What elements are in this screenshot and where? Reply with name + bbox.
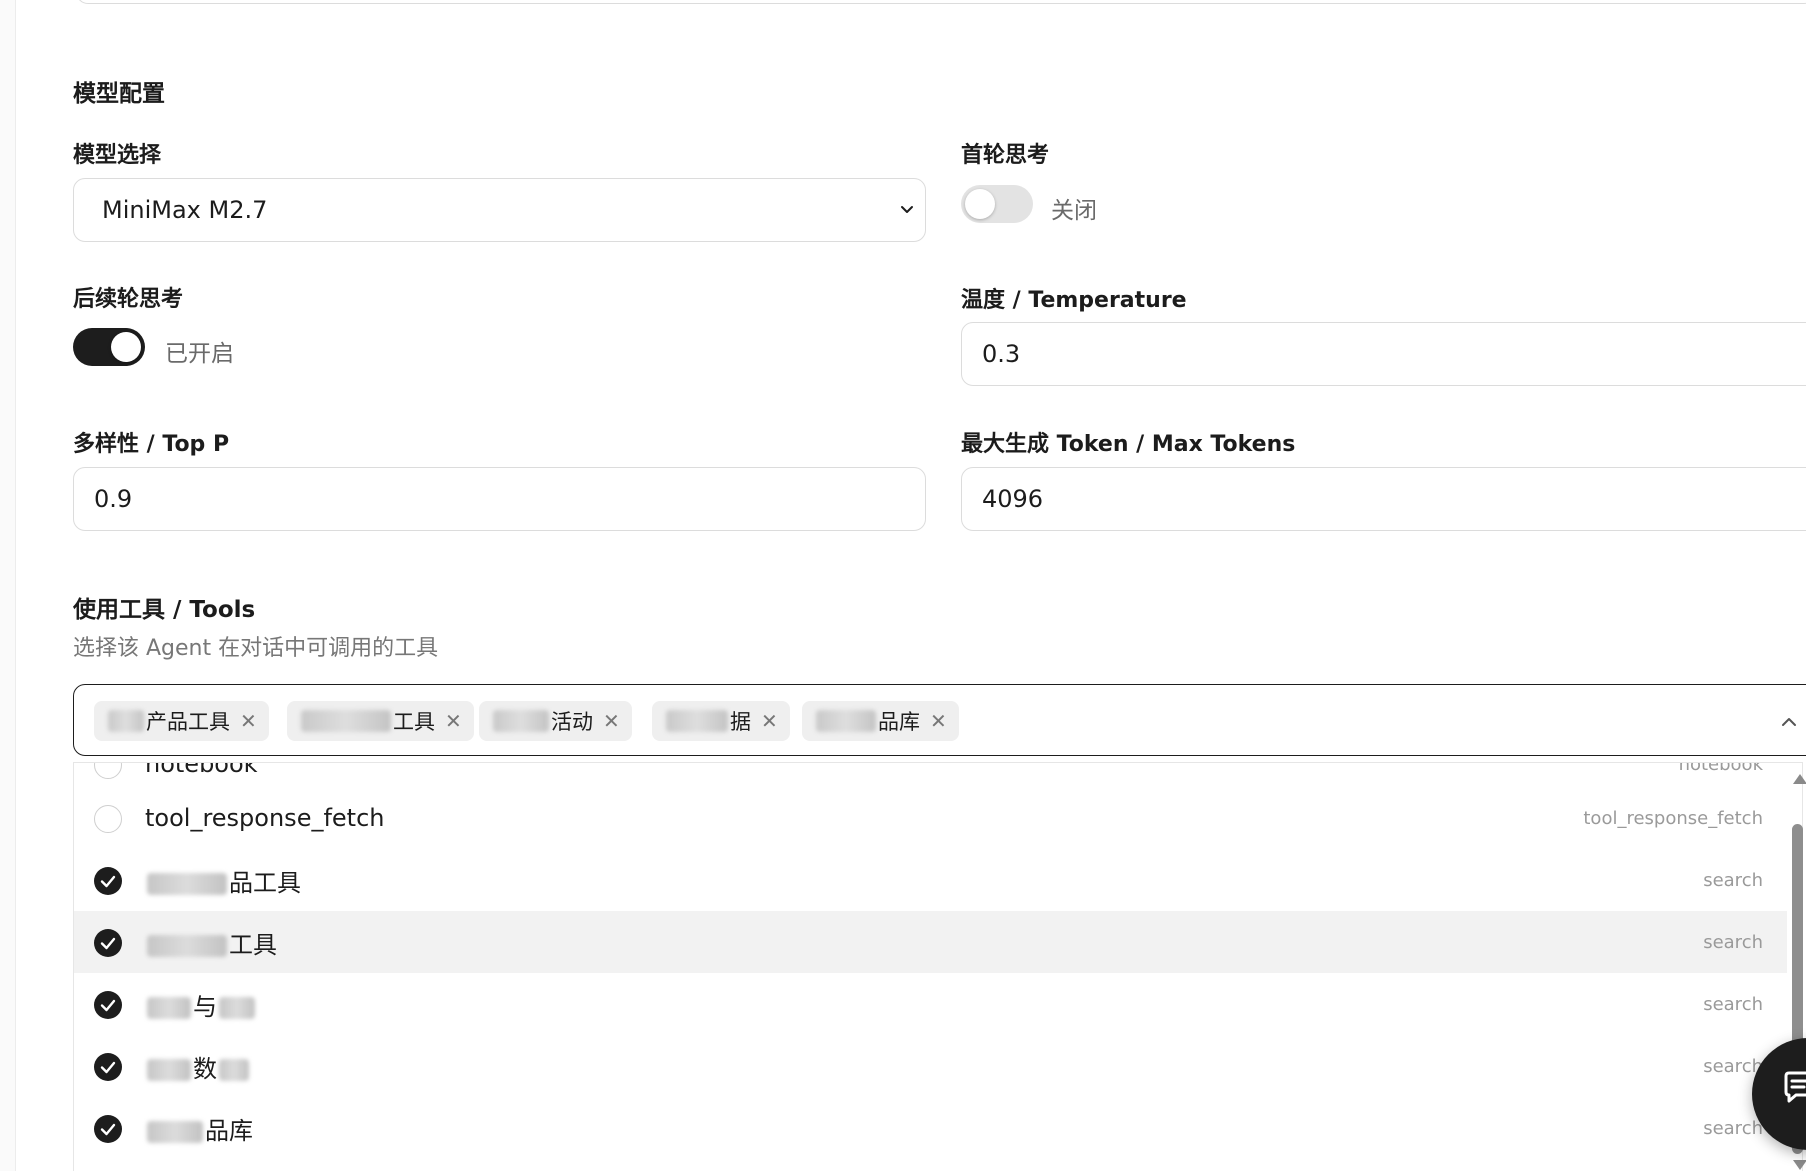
check-circle-icon[interactable] <box>94 929 122 957</box>
top-p-input[interactable]: 0.9 <box>73 467 926 531</box>
redacted-text <box>147 1058 191 1081</box>
model-select-value: MiniMax M2.7 <box>102 196 268 224</box>
tools-dropdown: notebook notebook tool_response_fetch to… <box>73 762 1803 1171</box>
option-type: search <box>1703 931 1763 953</box>
option-name: 品库 <box>145 1111 253 1146</box>
check-circle-icon[interactable] <box>94 1053 122 1081</box>
option-type: search <box>1703 993 1763 1015</box>
first-round-thinking-toggle[interactable] <box>961 185 1033 223</box>
selected-tool-tag: 工具 ✕ <box>287 701 474 741</box>
selected-tool-tag: 产品工具 ✕ <box>94 701 269 741</box>
chevron-up-icon[interactable] <box>1779 712 1799 732</box>
option-type: tool_response_fetch <box>1583 807 1763 829</box>
close-icon[interactable]: ✕ <box>240 709 257 733</box>
redacted-text <box>147 1120 203 1143</box>
option-type: search <box>1703 1055 1763 1077</box>
option-name: 品工具 <box>145 863 301 898</box>
redacted-text <box>816 710 876 732</box>
tag-label: 据 <box>730 710 751 734</box>
option-name: 数 <box>145 1049 251 1084</box>
model-config-title: 模型配置 <box>73 81 165 107</box>
redacted-text <box>301 710 391 732</box>
first-round-thinking-label: 首轮思考 <box>961 143 1050 168</box>
check-circle-icon[interactable] <box>94 1115 122 1143</box>
redacted-text <box>219 996 255 1019</box>
tools-title: 使用工具 / Tools <box>73 597 256 623</box>
temperature-input[interactable]: 0.3 <box>961 322 1806 386</box>
list-item[interactable]: tool_response_fetch tool_response_fetch <box>74 787 1787 849</box>
option-name-text: 品库 <box>205 1116 253 1145</box>
close-icon[interactable]: ✕ <box>445 709 462 733</box>
option-type: search <box>1703 1117 1763 1139</box>
option-name: 工具 <box>145 925 277 960</box>
tag-label: 产品工具 <box>146 710 230 734</box>
selected-tool-tag: 据 ✕ <box>652 701 790 741</box>
chevron-down-icon <box>901 206 913 213</box>
list-item[interactable]: 与 search <box>74 973 1787 1035</box>
list-item[interactable]: 品工具 search <box>74 849 1787 911</box>
chat-icon <box>1784 1071 1806 1103</box>
option-name: tool_response_fetch <box>145 804 385 832</box>
left-rail <box>0 0 16 1171</box>
redacted-text <box>147 934 227 957</box>
subsequent-thinking-label: 后续轮思考 <box>73 287 184 312</box>
radio-unchecked-icon[interactable] <box>94 805 122 833</box>
temperature-label: 温度 / Temperature <box>961 288 1187 313</box>
close-icon[interactable]: ✕ <box>761 709 778 733</box>
option-type: search <box>1703 869 1763 891</box>
list-item[interactable]: 工具 search <box>74 911 1787 973</box>
scroll-up-icon[interactable] <box>1793 774 1806 784</box>
option-name-text: 与 <box>193 992 217 1021</box>
model-select[interactable]: MiniMax M2.7 <box>73 178 926 242</box>
close-icon[interactable]: ✕ <box>930 709 947 733</box>
model-select-label: 模型选择 <box>73 143 162 168</box>
redacted-text <box>108 710 144 732</box>
check-circle-icon[interactable] <box>94 991 122 1019</box>
radio-unchecked-icon[interactable] <box>94 763 122 779</box>
max-tokens-input[interactable]: 4096 <box>961 467 1806 531</box>
option-name-text: 工具 <box>229 930 277 959</box>
previous-field-border <box>76 0 1806 4</box>
temperature-value: 0.3 <box>982 340 1021 368</box>
top-p-value: 0.9 <box>94 485 133 513</box>
subsequent-thinking-state: 已开启 <box>165 341 234 367</box>
redacted-text <box>147 872 227 895</box>
tag-label: 工具 <box>393 710 435 734</box>
redacted-text <box>493 710 549 732</box>
redacted-text <box>219 1058 249 1081</box>
option-name: 与 <box>145 987 257 1022</box>
redacted-text <box>147 996 191 1019</box>
option-name-text: 数 <box>193 1054 217 1083</box>
option-name-text: 品工具 <box>229 868 301 897</box>
tools-helper-text: 选择该 Agent 在对话中可调用的工具 <box>73 636 439 661</box>
subsequent-thinking-toggle[interactable] <box>73 328 145 366</box>
check-circle-icon[interactable] <box>94 867 122 895</box>
option-type: notebook <box>1678 762 1763 775</box>
toggle-knob <box>111 332 141 362</box>
max-tokens-value: 4096 <box>982 485 1044 513</box>
option-name: notebook <box>145 762 258 778</box>
list-item[interactable]: 数 search <box>74 1035 1787 1097</box>
redacted-text <box>666 710 728 732</box>
tag-label: 品库 <box>878 710 920 734</box>
close-icon[interactable]: ✕ <box>603 709 620 733</box>
first-round-thinking-state: 关闭 <box>1051 198 1097 224</box>
max-tokens-label: 最大生成 Token / Max Tokens <box>961 432 1296 457</box>
tag-label: 活动 <box>551 710 593 734</box>
selected-tool-tag: 品库 ✕ <box>802 701 959 741</box>
toggle-knob <box>965 189 995 219</box>
scroll-down-icon[interactable] <box>1793 1160 1806 1170</box>
list-item[interactable]: 品库 search <box>74 1097 1787 1159</box>
selected-tool-tag: 活动 ✕ <box>479 701 632 741</box>
top-p-label: 多样性 / Top P <box>73 432 230 457</box>
tools-multiselect[interactable]: 产品工具 ✕ 工具 ✕ 活动 ✕ 据 ✕ 品库 ✕ <box>73 684 1806 756</box>
